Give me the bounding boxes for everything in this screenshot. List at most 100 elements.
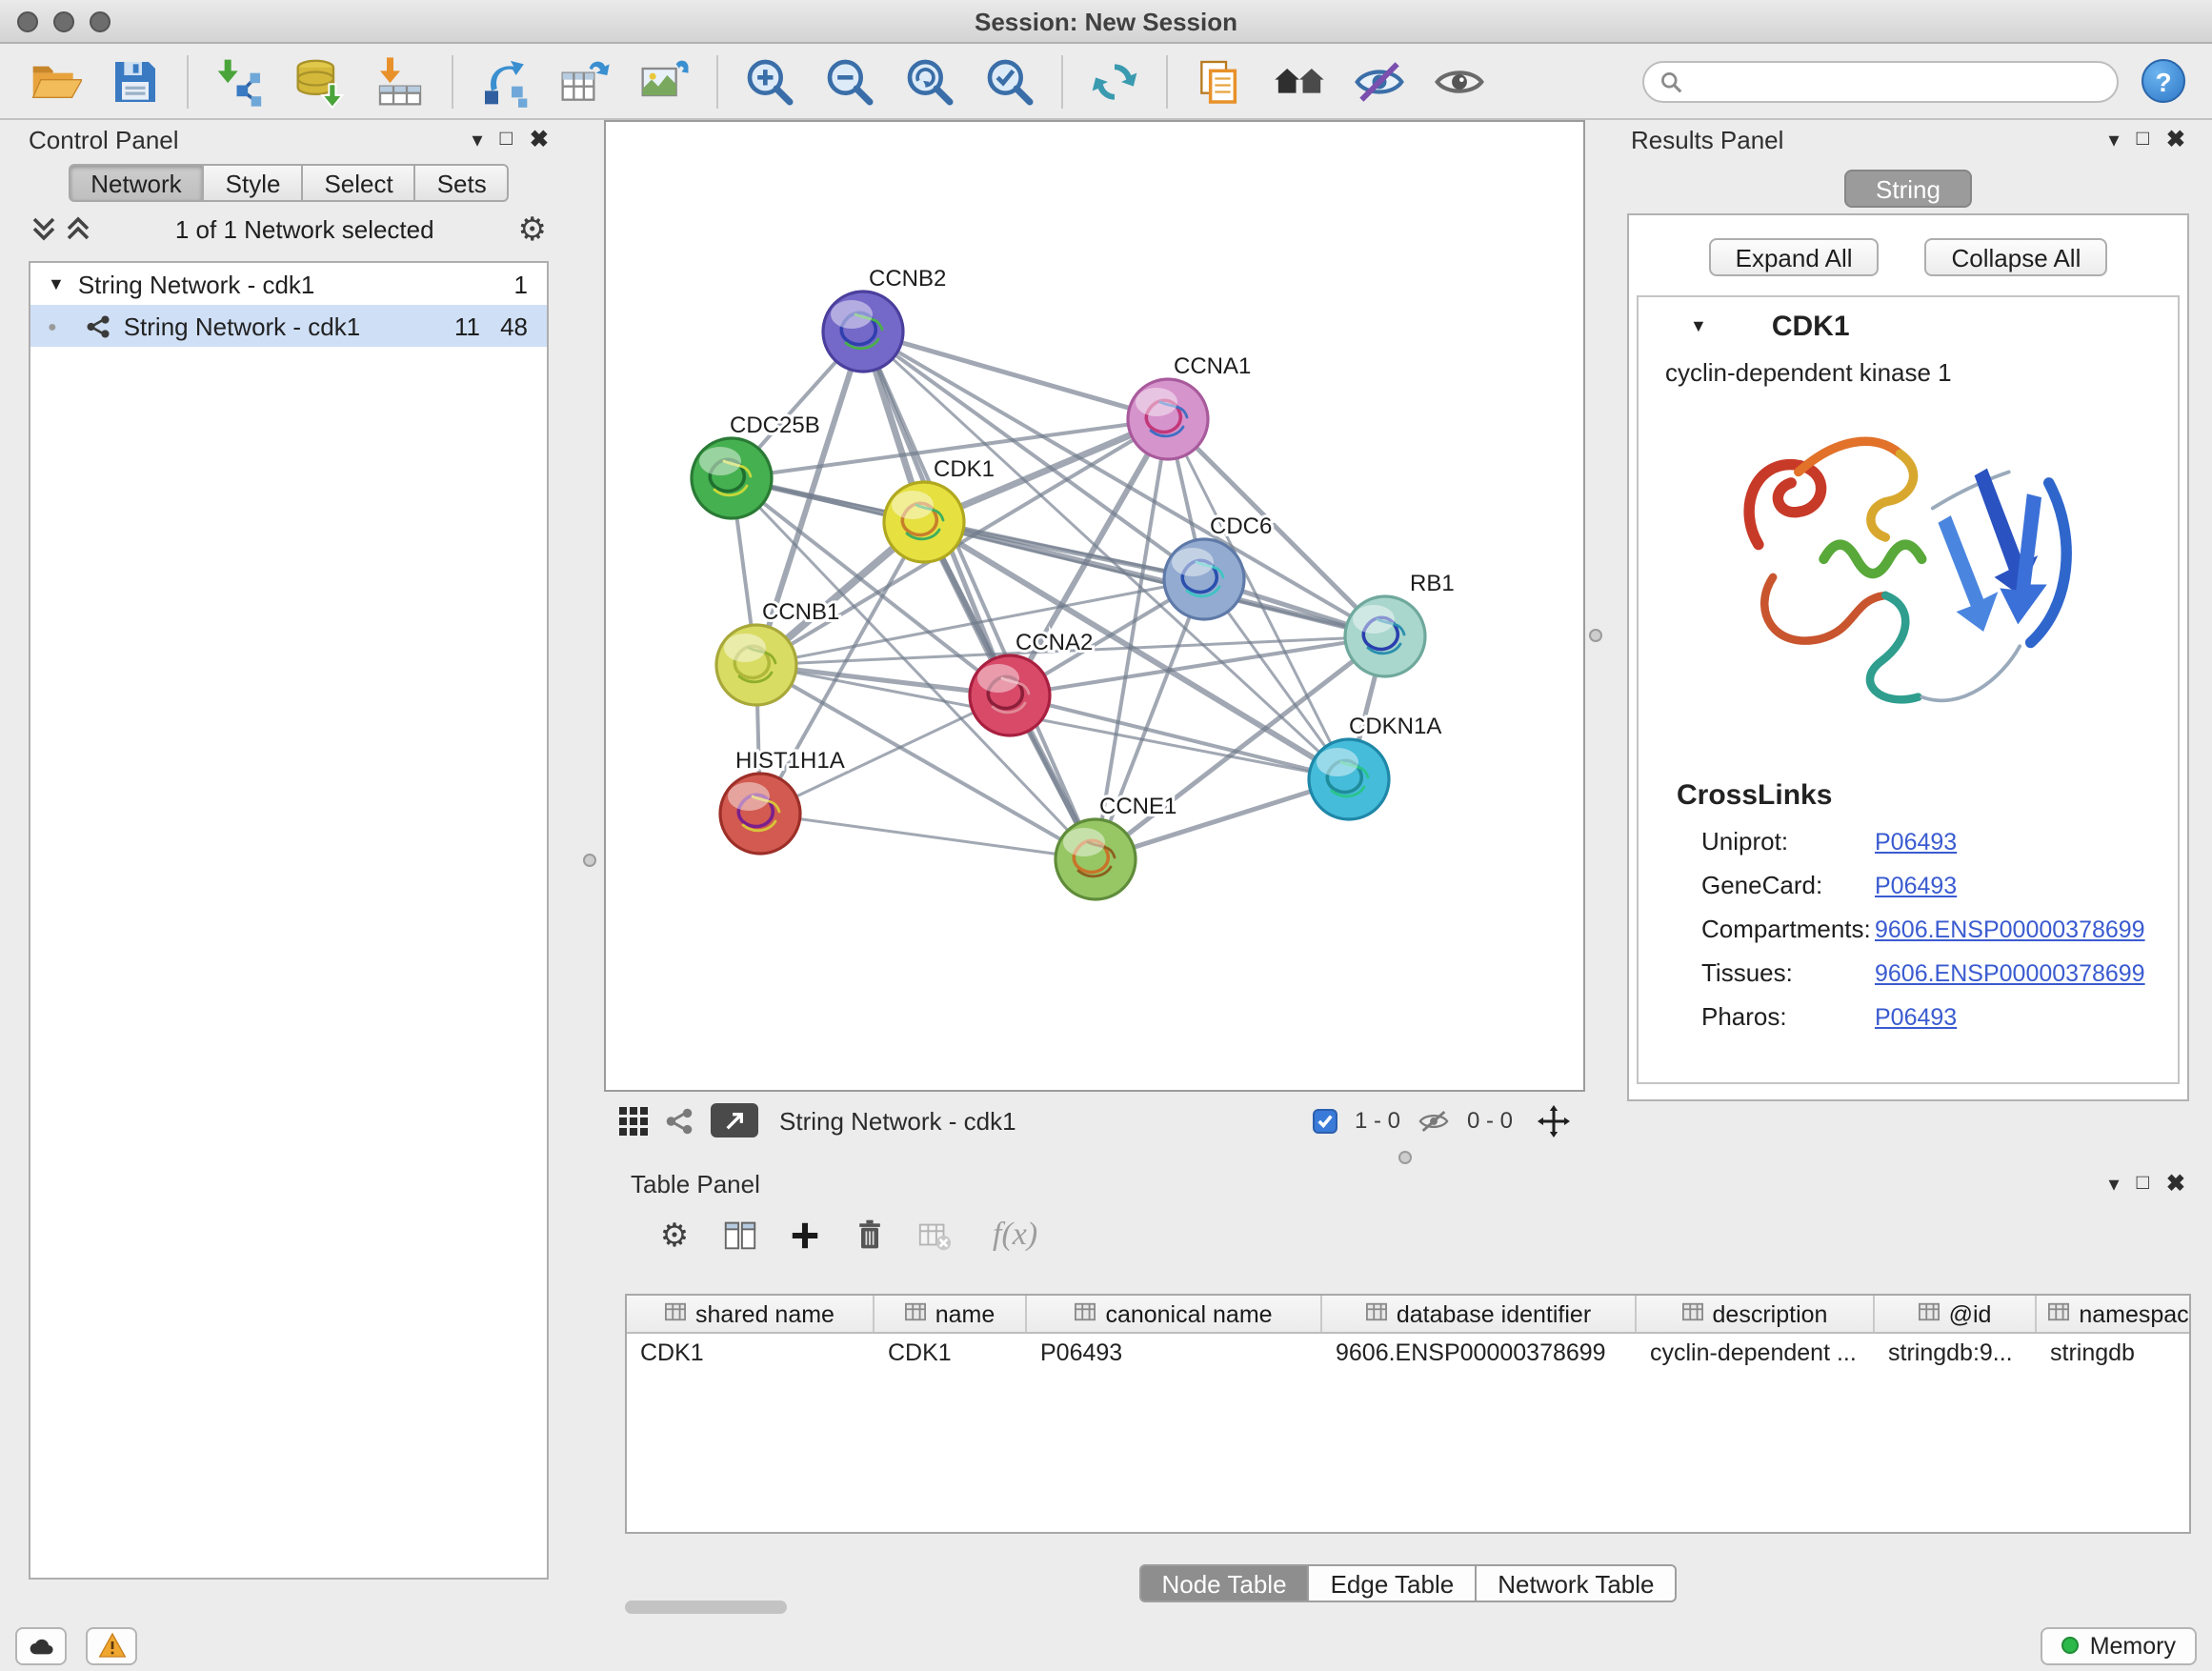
export-table-button[interactable] (556, 52, 613, 110)
column-header-database-identifier[interactable]: database identifier (1322, 1296, 1637, 1332)
protein-header[interactable]: ▼ CDK1 (1639, 297, 2178, 347)
network-node-HIST1H1A[interactable]: HIST1H1A (720, 748, 845, 854)
table-cell[interactable]: cyclin-dependent ... (1637, 1334, 1875, 1370)
network-view: CCNB2CCNA1CDC25BCDK1CDC6RB1CCNB1CCNA2CDK… (604, 120, 1585, 1149)
crosslink-value-link[interactable]: 9606.ENSP00000378699 (1875, 959, 2145, 986)
collapse-all-icon[interactable] (30, 215, 57, 242)
column-header-description[interactable]: description (1637, 1296, 1875, 1332)
panel-menu-icon[interactable]: ▾ (2109, 127, 2120, 151)
panel-float-icon[interactable]: □ (2137, 1172, 2149, 1195)
gear-icon[interactable]: ⚙ (518, 212, 548, 245)
panel-menu-icon[interactable]: ▾ (2109, 1171, 2120, 1196)
panel-resize-handle[interactable] (1398, 1151, 1412, 1164)
import-table-button[interactable] (372, 52, 429, 110)
disclosure-triangle-icon[interactable]: ▼ (48, 274, 65, 293)
hidden-eye-slash-icon[interactable] (1418, 1108, 1450, 1133)
panel-float-icon[interactable]: □ (500, 128, 513, 151)
tab-edge-table[interactable]: Edge Table (1308, 1564, 1478, 1602)
network-node-CCNB2[interactable]: CCNB2 (823, 266, 946, 372)
warnings-button[interactable] (86, 1626, 137, 1664)
selected-checkbox-icon[interactable] (1313, 1108, 1337, 1133)
search-input[interactable] (1692, 68, 2101, 94)
column-header-canonical-name[interactable]: canonical name (1027, 1296, 1322, 1332)
table-cell[interactable]: P06493 (1027, 1334, 1322, 1370)
column-header-name[interactable]: name (875, 1296, 1027, 1332)
panel-close-icon[interactable]: ✖ (530, 126, 549, 152)
expand-all-button[interactable]: Expand All (1709, 238, 1880, 276)
network-node-RB1[interactable]: RB1 (1345, 571, 1455, 676)
tab-style[interactable]: Style (203, 164, 304, 202)
column-header-namespac[interactable]: namespac (2037, 1296, 2191, 1332)
open-session-button[interactable] (27, 52, 84, 110)
network-node-CDC25B[interactable]: CDC25B (692, 413, 820, 518)
zoom-selected-button[interactable] (981, 52, 1038, 110)
table-cell[interactable]: stringdb:9... (1875, 1334, 2037, 1370)
panel-resize-handle[interactable] (583, 854, 596, 867)
edge-HIST1H1A-CCNE1[interactable] (760, 814, 1096, 859)
table-cell[interactable]: CDK1 (627, 1334, 875, 1370)
zoom-fit-button[interactable] (901, 52, 958, 110)
refresh-button[interactable] (1086, 52, 1143, 110)
memory-button[interactable]: Memory (2041, 1626, 2197, 1664)
table-row[interactable]: CDK1CDK1P064939606.ENSP00000378699cyclin… (627, 1334, 2189, 1370)
expand-all-icon[interactable] (65, 215, 91, 242)
zoom-out-button[interactable] (821, 52, 878, 110)
birdseye-toggle-button[interactable] (711, 1103, 758, 1137)
edge-CCNB2-CCNE1[interactable] (863, 332, 1096, 859)
table-cell[interactable]: CDK1 (875, 1334, 1027, 1370)
zoom-in-button[interactable] (741, 52, 798, 110)
cloud-status-button[interactable] (15, 1626, 67, 1664)
tab-string[interactable]: String (1843, 170, 1973, 208)
network-node-CDK1[interactable]: CDK1 (884, 456, 995, 562)
panel-menu-icon[interactable]: ▾ (473, 127, 483, 151)
clone-network-button[interactable] (1191, 52, 1248, 110)
panel-close-icon[interactable]: ✖ (2166, 1170, 2185, 1197)
tab-network-table[interactable]: Network Table (1475, 1564, 1677, 1602)
table-horizontal-scrollbar[interactable] (625, 1601, 787, 1614)
panel-resize-handle[interactable] (1589, 629, 1602, 642)
help-button[interactable]: ? (2142, 59, 2185, 103)
collapse-all-button[interactable]: Collapse All (1925, 238, 2108, 276)
save-session-button[interactable] (107, 52, 164, 110)
table-cell[interactable]: 9606.ENSP00000378699 (1322, 1334, 1637, 1370)
main-toolbar: ? (0, 44, 2212, 120)
panel-float-icon[interactable]: □ (2137, 128, 2149, 151)
crosslink-value-link[interactable]: P06493 (1875, 1003, 1957, 1030)
network-collection-row[interactable]: ▼ String Network - cdk1 1 (30, 263, 547, 305)
create-column-button[interactable] (783, 1214, 825, 1256)
network-graph[interactable]: CCNB2CCNA1CDC25BCDK1CDC6RB1CCNB1CCNA2CDK… (606, 122, 1583, 1090)
delete-column-button[interactable] (848, 1214, 890, 1256)
network-node-CDKN1A[interactable]: CDKN1A (1309, 714, 1441, 819)
table-settings-gear-icon[interactable]: ⚙ (654, 1214, 695, 1256)
import-database-button[interactable] (292, 52, 349, 110)
column-header--id[interactable]: @id (1875, 1296, 2037, 1332)
network-row-selected[interactable]: ● String Network - cdk1 11 48 (30, 305, 547, 347)
share-view-icon[interactable] (665, 1106, 694, 1135)
tab-network[interactable]: Network (68, 164, 204, 202)
column-header-shared-name[interactable]: shared name (627, 1296, 875, 1332)
function-builder-button[interactable]: f(x) (993, 1216, 1037, 1254)
first-neighbors-button[interactable] (1271, 52, 1328, 110)
pan-move-icon[interactable] (1538, 1104, 1570, 1137)
import-network-button[interactable] (211, 52, 269, 110)
show-all-button[interactable] (1431, 52, 1488, 110)
delete-table-button[interactable] (913, 1214, 955, 1256)
toolbar-search-field[interactable] (1642, 60, 2119, 102)
crosslink-value-link[interactable]: P06493 (1875, 828, 1957, 855)
table-cell[interactable]: stringdb (2037, 1334, 2191, 1370)
crosslink-value-link[interactable]: P06493 (1875, 872, 1957, 898)
tab-node-table[interactable]: Node Table (1138, 1564, 1309, 1602)
export-image-button[interactable] (636, 52, 694, 110)
disclosure-triangle-icon[interactable]: ▼ (1690, 316, 1707, 335)
crosslink-value-link[interactable]: 9606.ENSP00000378699 (1875, 916, 2145, 942)
panel-close-icon[interactable]: ✖ (2166, 126, 2185, 152)
edge-CCNB2-RB1[interactable] (863, 332, 1385, 636)
network-node-CCNA1[interactable]: CCNA1 (1128, 353, 1251, 459)
export-network-button[interactable] (476, 52, 533, 110)
hide-selected-button[interactable] (1351, 52, 1408, 110)
grid-view-icon[interactable] (619, 1106, 648, 1135)
show-columns-button[interactable] (718, 1214, 760, 1256)
network-canvas[interactable]: CCNB2CCNA1CDC25BCDK1CDC6RB1CCNB1CCNA2CDK… (604, 120, 1585, 1092)
tab-select[interactable]: Select (301, 164, 415, 202)
tab-sets[interactable]: Sets (414, 164, 510, 202)
